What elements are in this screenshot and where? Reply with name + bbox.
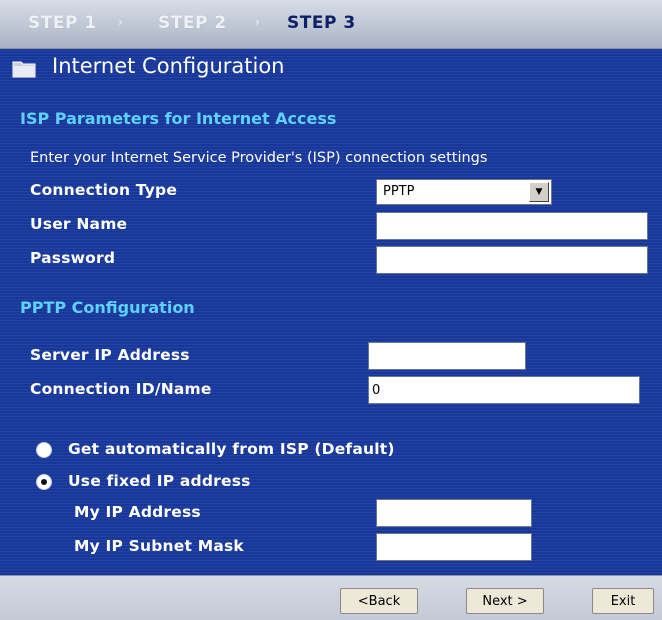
chevron-down-icon[interactable]: ▼ bbox=[529, 182, 549, 202]
user-name-input[interactable] bbox=[376, 212, 648, 240]
subnet-mask-input[interactable] bbox=[376, 533, 532, 561]
ip-fixed-radio[interactable] bbox=[36, 474, 52, 490]
step-bar: STEP 1 › STEP 2 › STEP 3 bbox=[0, 0, 662, 49]
isp-description: Enter your Internet Service Provider's (… bbox=[30, 150, 488, 166]
exit-button[interactable]: Exit bbox=[592, 588, 654, 614]
my-ip-label: My IP Address bbox=[74, 503, 201, 521]
folder-icon bbox=[12, 61, 36, 78]
user-name-label: User Name bbox=[30, 215, 128, 233]
connection-type-select[interactable]: PPTP ▼ bbox=[376, 179, 552, 205]
step-arrow-icon: › bbox=[118, 15, 123, 29]
password-label: Password bbox=[30, 249, 116, 267]
ip-fixed-label: Use fixed IP address bbox=[68, 472, 251, 490]
step-3: STEP 3 bbox=[287, 13, 356, 33]
connection-type-label: Connection Type bbox=[30, 181, 178, 199]
next-button[interactable]: Next > bbox=[466, 588, 544, 614]
connection-type-value: PPTP bbox=[383, 184, 415, 199]
my-ip-input[interactable] bbox=[376, 499, 532, 527]
connection-id-label: Connection ID/Name bbox=[30, 380, 212, 398]
connection-id-input[interactable] bbox=[368, 376, 640, 404]
subnet-mask-label: My IP Subnet Mask bbox=[74, 537, 244, 555]
ip-auto-radio[interactable] bbox=[36, 442, 52, 458]
isp-section-title: ISP Parameters for Internet Access bbox=[20, 109, 337, 128]
password-input[interactable] bbox=[376, 246, 648, 274]
server-ip-input[interactable] bbox=[368, 342, 526, 370]
step-2: STEP 2 bbox=[158, 13, 227, 33]
wizard-footer: <Back Next > Exit bbox=[0, 575, 662, 620]
step-arrow-icon: › bbox=[255, 15, 260, 29]
server-ip-label: Server IP Address bbox=[30, 346, 190, 364]
page-title: Internet Configuration bbox=[52, 54, 285, 78]
pptp-section-title: PPTP Configuration bbox=[20, 298, 195, 317]
step-1: STEP 1 bbox=[28, 13, 97, 33]
back-button[interactable]: <Back bbox=[340, 588, 418, 614]
wizard-window: STEP 1 › STEP 2 › STEP 3 Internet Config… bbox=[0, 0, 662, 620]
ip-auto-label: Get automatically from ISP (Default) bbox=[68, 440, 395, 458]
